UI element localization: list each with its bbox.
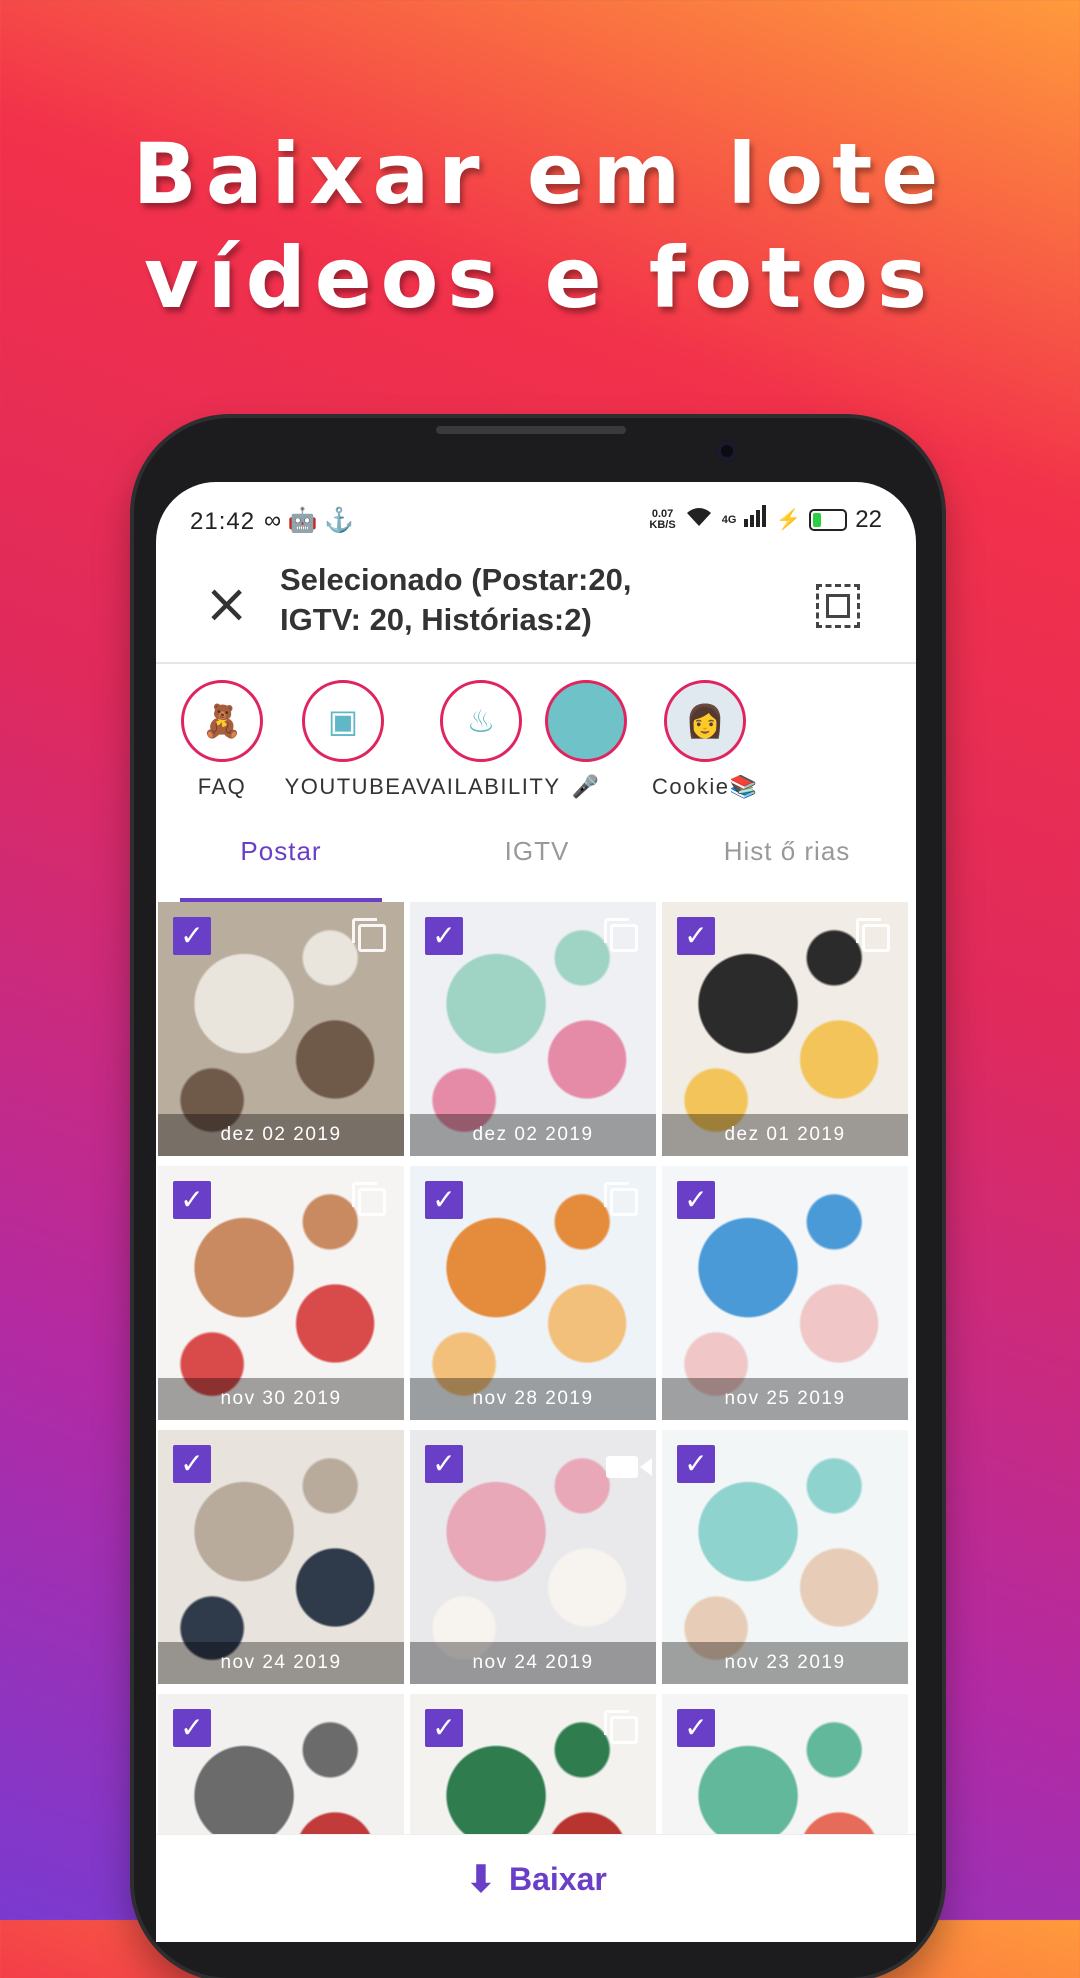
checkbox-checked-icon[interactable]: ✓ xyxy=(677,917,715,955)
promo-line-2: vídeos e fotos xyxy=(144,229,936,327)
multiple-media-icon xyxy=(604,1182,638,1216)
promo-headline: Baixar em lote vídeos e fotos xyxy=(0,122,1080,330)
checkbox-checked-icon[interactable]: ✓ xyxy=(425,1445,463,1483)
status-time: 21:42 xyxy=(190,508,256,535)
phone-speaker xyxy=(436,426,626,434)
multiple-media-icon xyxy=(604,918,638,952)
media-date: nov 24 2019 xyxy=(158,1642,404,1684)
media-date: nov 23 2019 xyxy=(662,1642,908,1684)
download-label: Baixar xyxy=(509,1861,607,1897)
media-item[interactable]: ✓ nov 23 2019 xyxy=(662,1430,908,1684)
media-item[interactable]: ✓ dez 02 2019 xyxy=(158,902,404,1156)
media-item[interactable]: ✓ nov 25 2019 xyxy=(662,1166,908,1420)
media-item[interactable]: ✓ nov 30 2019 xyxy=(158,1166,404,1420)
network-type: 4G xyxy=(721,513,737,526)
promo-line-1: Baixar em lote xyxy=(132,125,948,223)
multiple-media-icon xyxy=(604,1710,638,1744)
multiple-media-icon xyxy=(856,918,890,952)
download-button[interactable]: ⬇ Baixar xyxy=(156,1857,916,1901)
multiple-media-icon xyxy=(352,1182,386,1216)
media-date: dez 02 2019 xyxy=(158,1114,404,1156)
select-all-icon[interactable] xyxy=(816,584,860,628)
media-item[interactable]: ✓ nov 24 2019 xyxy=(158,1430,404,1684)
front-camera xyxy=(716,440,738,462)
checkbox-checked-icon[interactable]: ✓ xyxy=(173,1709,211,1747)
media-item[interactable]: ✓ dez 01 2019 xyxy=(662,902,908,1156)
highlight-label: FAQ xyxy=(197,774,247,799)
checkbox-checked-icon[interactable]: ✓ xyxy=(677,1709,715,1747)
tab-igtv[interactable]: IGTV xyxy=(436,806,638,900)
story-highlights: 🧸 FAQ ▣ YOUTUBE ♨ AVAILABILITY 🎤 👩 Cooki… xyxy=(156,664,916,804)
media-date: dez 02 2019 xyxy=(410,1114,656,1156)
bottom-bar: ⬇ Baixar xyxy=(156,1834,916,1942)
app-screen: 21:42 ∞ 🤖 ⚓ 0.07 KB/S 4G ⚡ 22 × Selecion… xyxy=(156,482,916,1942)
highlight-avatar: ♨ xyxy=(440,680,522,762)
media-date: nov 28 2019 xyxy=(410,1378,656,1420)
battery-icon xyxy=(809,508,848,531)
signal-icon xyxy=(744,505,768,534)
mixer-icon: 🧸 xyxy=(202,703,242,739)
tab-historias[interactable]: Hist ő rias xyxy=(686,806,888,900)
media-item[interactable]: ✓ dez 02 2019 xyxy=(410,902,656,1156)
checkbox-checked-icon[interactable]: ✓ xyxy=(677,1445,715,1483)
checkbox-checked-icon[interactable]: ✓ xyxy=(173,917,211,955)
media-item[interactable]: ✓ nov 28 2019 xyxy=(410,1166,656,1420)
checkbox-checked-icon[interactable]: ✓ xyxy=(425,1181,463,1219)
checkbox-checked-icon[interactable]: ✓ xyxy=(677,1181,715,1219)
highlight-avatar: 👩 xyxy=(664,680,746,762)
highlight-mic[interactable]: 🎤 xyxy=(536,680,636,800)
network-speed-unit: KB/S xyxy=(649,518,676,531)
apron-icon: ♨ xyxy=(466,703,496,739)
highlight-avatar: ▣ xyxy=(302,680,384,762)
checkbox-checked-icon[interactable]: ✓ xyxy=(425,1709,463,1747)
close-icon[interactable]: × xyxy=(204,577,249,631)
checkbox-checked-icon[interactable]: ✓ xyxy=(173,1181,211,1219)
media-date: nov 30 2019 xyxy=(158,1378,404,1420)
person-icon: 👩 xyxy=(685,703,725,739)
highlight-faq[interactable]: 🧸 FAQ xyxy=(170,680,274,800)
media-date: nov 24 2019 xyxy=(410,1642,656,1684)
media-date: nov 25 2019 xyxy=(662,1378,908,1420)
wifi-icon xyxy=(684,504,714,535)
media-date: dez 01 2019 xyxy=(662,1114,908,1156)
status-right-icons: 0.07 KB/S 4G ⚡ 22 xyxy=(649,504,882,535)
status-bar: 21:42 ∞ 🤖 ⚓ 0.07 KB/S 4G ⚡ 22 xyxy=(156,482,916,552)
content-tabs: Postar IGTV Hist ő rias xyxy=(156,806,916,902)
highlight-label: 🎤 xyxy=(571,774,601,799)
download-icon: ⬇ xyxy=(465,1857,497,1901)
network-speed-value: 0.07 xyxy=(651,507,674,520)
highlight-avatar xyxy=(545,680,627,762)
media-item[interactable]: ✓ nov 24 2019 xyxy=(410,1430,656,1684)
status-left-icons: ∞ 🤖 ⚓ xyxy=(264,507,355,534)
checkbox-checked-icon[interactable]: ✓ xyxy=(173,1445,211,1483)
checkbox-checked-icon[interactable]: ✓ xyxy=(425,917,463,955)
network-speed: 0.07 KB/S xyxy=(649,507,676,531)
selection-title: Selecionado (Postar:20, IGTV: 20, Histór… xyxy=(280,562,632,637)
highlight-cookie[interactable]: 👩 Cookie📚 xyxy=(652,680,758,800)
charging-icon: ⚡ xyxy=(776,509,802,531)
highlight-label: Cookie📚 xyxy=(652,774,759,799)
oven-icon: ▣ xyxy=(327,703,359,739)
multiple-media-icon xyxy=(352,918,386,952)
highlight-avatar: 🧸 xyxy=(181,680,263,762)
tab-postar[interactable]: Postar xyxy=(180,806,382,900)
selection-header: × Selecionado (Postar:20, IGTV: 20, Hist… xyxy=(156,552,916,664)
battery-level: 22 xyxy=(855,505,882,533)
video-camera-icon xyxy=(606,1456,652,1478)
